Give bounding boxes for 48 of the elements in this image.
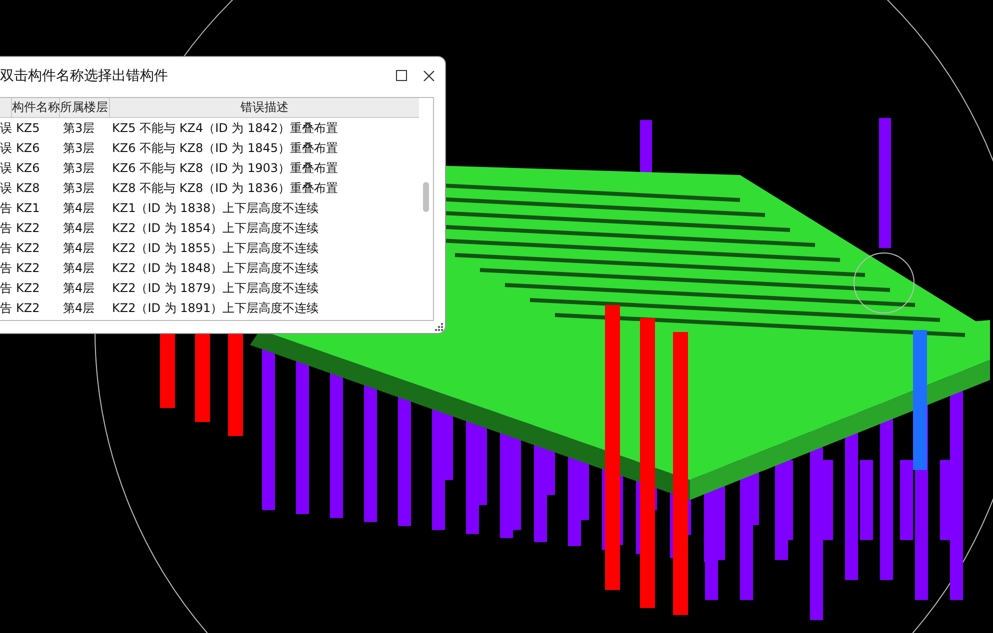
table-cell-text: KZ2（ID 为 1855）上下层高度不连续 [111,240,320,256]
table-cell-text: 第3层 [62,160,96,176]
column-header[interactable]: 构件名称 [12,98,60,117]
component-name-cell[interactable]: KZ2 [12,261,60,275]
maximize-icon[interactable] [396,70,407,81]
table-cell-text: KZ5 不能与 KZ4（ID 为 1842）重叠布置 [111,120,340,136]
table-cell-text: KZ6 不能与 KZ8（ID 为 1903）重叠布置 [111,160,340,176]
component-name-cell[interactable]: KZ6 [12,161,60,175]
table-cell-text: KZ2（ID 为 1854）上下层高度不连续 [111,220,320,236]
table-cell: 告 [0,280,12,296]
component-name-cell[interactable]: KZ2 [12,281,60,295]
component-name-cell[interactable]: KZ2 [12,301,60,315]
table-cell-text: 第4层 [62,300,96,316]
component-name-cell[interactable]: KZ2 [12,221,60,235]
table-cell-text: 第3层 [62,120,96,136]
table-cell-text: 第3层 [62,180,96,196]
component-name-cell[interactable]: KZ8 [12,181,60,195]
column-header[interactable]: 所属楼层 [60,98,110,117]
table-cell: 误 [0,120,12,136]
table-cell: 告 [0,200,12,216]
table-cell: 误 [0,180,12,196]
table-cell: 告 [0,260,12,276]
table-cell: 误 [0,160,12,176]
table-cell: 误 [0,140,12,156]
table-cell-text: KZ2（ID 为 1848）上下层高度不连续 [111,260,320,276]
table-cell-text: KZ1（ID 为 1838）上下层高度不连续 [111,200,320,216]
table-cell-text: 第4层 [62,240,96,256]
table-cell-text: 第4层 [62,200,96,216]
resize-grip-icon[interactable] [435,323,443,331]
table-cell: 告 [0,240,12,256]
table-cell-text: 第4层 [62,260,96,276]
scrollbar-thumb[interactable] [423,182,429,212]
table-cell-text: KZ2（ID 为 1879）上下层高度不连续 [111,280,320,296]
component-name-cell[interactable]: KZ2 [12,241,60,255]
table-cell-text: KZ6 不能与 KZ8（ID 为 1845）重叠布置 [111,140,340,156]
component-name-cell[interactable]: KZ6 [12,141,60,155]
table-cell: 告 [0,220,12,236]
column-header[interactable]: 错误描述 [110,98,419,117]
close-icon[interactable] [423,70,435,82]
dialog-title: 双击构件名称选择出错构件 [0,67,168,85]
table-cell-text: KZ2（ID 为 1891）上下层高度不连续 [111,300,320,316]
component-name-cell[interactable]: KZ5 [12,121,60,135]
table-cell-text: KZ8 不能与 KZ8（ID 为 1836）重叠布置 [111,180,340,196]
table-cell-text: 第4层 [62,220,96,236]
table-cell-text: 第3层 [62,140,96,156]
component-name-cell[interactable]: KZ1 [12,201,60,215]
table-cell-text: 第4层 [62,280,96,296]
table-cell: 告 [0,300,12,316]
